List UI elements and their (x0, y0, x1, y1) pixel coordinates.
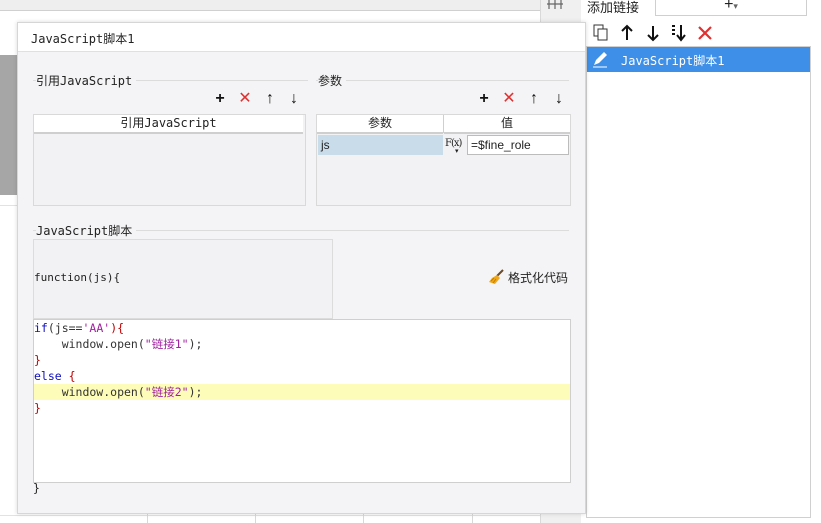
params-column-header-value[interactable]: 值 (444, 115, 570, 134)
code-line[interactable]: if(js=='AA'){ (34, 320, 570, 336)
sort-down-icon[interactable] (670, 24, 688, 42)
code-token: "链接2" (144, 385, 189, 399)
link-toolbar (585, 22, 821, 46)
function-closing-brace: } (33, 481, 40, 495)
add-param-button[interactable]: + (476, 91, 492, 107)
delete-icon[interactable] (696, 24, 714, 42)
format-code-label: 格式化代码 (508, 271, 569, 285)
code-token: (js== (47, 321, 83, 335)
link-panel: 添加链接 +▾ JavaScript脚本1 (585, 0, 821, 523)
pencil-icon (593, 52, 607, 68)
js-refs-column-header[interactable]: 引用JavaScript (34, 115, 303, 134)
code-token: { (61, 369, 76, 383)
param-name-text: js (321, 138, 330, 152)
function-signature: function(js){ (34, 271, 121, 284)
code-token: 'AA' (82, 321, 111, 335)
params-section-label: 参数 (318, 72, 347, 89)
code-token: window.open( (34, 385, 145, 399)
background-toolbar (0, 0, 540, 11)
move-down-param-button[interactable]: ↓ (551, 91, 567, 107)
add-link-dropdown[interactable]: +▾ (655, 0, 807, 16)
code-token: window.open( (34, 337, 145, 351)
dialog-title: JavaScript脚本1 (31, 32, 135, 46)
arrow-up-icon[interactable] (618, 24, 636, 42)
js-refs-table[interactable]: 引用JavaScript (33, 114, 306, 206)
code-editor[interactable]: if(js=='AA'){ window.open("链接1");} else {… (33, 319, 571, 483)
param-name-cell[interactable]: js (318, 135, 443, 155)
link-list: JavaScript脚本1 (586, 46, 811, 518)
link-panel-title: 添加链接 (587, 0, 640, 15)
move-down-js-ref-button[interactable]: ↓ (286, 91, 302, 107)
code-line[interactable]: window.open("链接2"); (34, 384, 570, 400)
arrow-down-icon[interactable] (644, 24, 662, 42)
code-token: ){ (110, 321, 125, 335)
link-item-javascript[interactable]: JavaScript脚本1 (587, 47, 810, 72)
code-token: "链接1" (144, 337, 189, 351)
broom-icon (489, 269, 504, 284)
move-up-param-button[interactable]: ↑ (526, 91, 542, 107)
chevron-down-icon: ▾ (455, 147, 459, 155)
chevron-down-icon: ▾ (733, 1, 738, 11)
delete-param-button[interactable]: ✕ (501, 91, 517, 107)
sheet-gridline (0, 515, 580, 516)
plus-icon: + (724, 0, 734, 13)
code-token: else (34, 369, 62, 383)
add-js-ref-button[interactable]: + (212, 91, 228, 107)
param-value-input[interactable]: =$fine_role (467, 135, 569, 155)
code-token: ); (188, 385, 203, 399)
params-column-header-name[interactable]: 参数 (317, 115, 443, 134)
section-divider (316, 80, 569, 81)
copy-icon[interactable] (592, 24, 610, 42)
javascript-dialog: JavaScript脚本1 引用JavaScript + ✕ ↑ ↓ 引用Jav… (17, 22, 586, 514)
script-section-label: JavaScript脚本 (36, 222, 137, 239)
params-table[interactable]: 参数 值 js F(x) ▾ =$fine_role (316, 114, 571, 206)
code-line[interactable]: else { (34, 368, 570, 384)
delete-js-ref-button[interactable]: ✕ (237, 91, 253, 107)
format-code-button[interactable]: 格式化代码 (488, 269, 568, 286)
move-up-js-ref-button[interactable]: ↑ (262, 91, 278, 107)
code-line[interactable]: } (34, 400, 570, 416)
code-line[interactable]: window.open("链接1"); (34, 336, 570, 352)
formula-icon[interactable]: F(x) ▾ (445, 135, 465, 155)
grid-icon[interactable] (547, 0, 563, 10)
code-token: if (34, 321, 48, 335)
function-signature-box: function(js){ (33, 239, 333, 319)
dialog-titlebar: JavaScript脚本1 (18, 23, 585, 52)
js-refs-section-label: 引用JavaScript (36, 72, 137, 89)
param-value-text: =$fine_role (471, 138, 531, 152)
code-token: ); (188, 337, 203, 351)
code-line[interactable]: } (34, 352, 570, 368)
link-item-label: JavaScript脚本1 (621, 54, 725, 68)
code-token: } (34, 401, 41, 415)
code-token: } (34, 353, 41, 367)
